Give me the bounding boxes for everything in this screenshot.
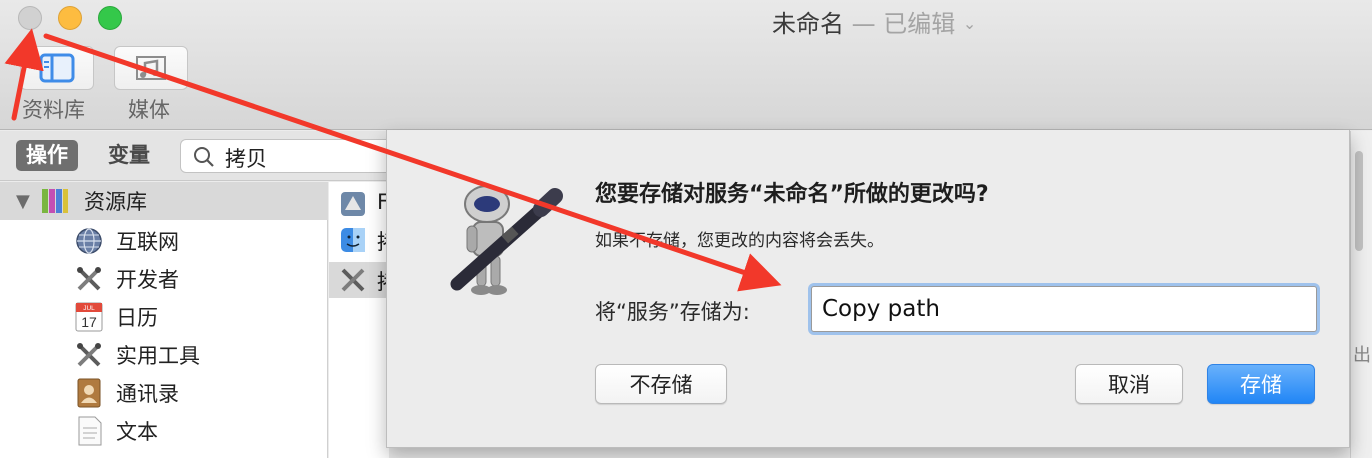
finder-icon [341,228,365,252]
calendar-day: 17 [81,314,97,330]
action-row-selected[interactable]: 拷 [329,262,398,298]
tab-variables[interactable]: 变量 [98,140,160,171]
dialog-question: 您要存储对服务“未命名”所做的更改吗? [595,182,989,207]
media-toolbar-button[interactable] [114,46,188,90]
library-item-label: 实用工具 [116,344,200,368]
calendar-month: JUL [83,305,95,312]
library-item-calendar[interactable]: JUL 17 日历 [0,298,328,336]
library-toolbar-label: 资料库 [22,98,85,122]
calendar-icon: JUL 17 [74,302,104,332]
dialog-message: 如果不存储，您更改的内容将会丢失。 [595,231,884,251]
library-item-developer[interactable]: 开发者 [0,260,328,298]
filter-bar: 操作 变量 拷贝 [0,131,440,181]
output-label: 出 [1353,345,1371,366]
library-item-label: 文本 [116,420,158,444]
action-list: F 拷 拷 [329,182,398,458]
library-item-label: 通讯录 [116,382,179,406]
service-name-input[interactable] [811,286,1317,332]
window-title-suffix: — 已编辑 [844,10,956,38]
media-toolbar-label: 媒体 [128,98,170,122]
title-bar: 未命名 — 已编辑 ⌄ 资料库 媒体 [0,0,1372,130]
save-button[interactable]: 存储 [1207,364,1315,404]
close-window-button[interactable] [18,6,42,30]
chevron-down-icon: ⌄ [962,14,977,33]
tools-icon [74,340,104,370]
automator-robot-icon [450,185,563,295]
window-title-name: 未命名 [772,10,844,38]
save-changes-sheet: 您要存储对服务“未命名”所做的更改吗? 如果不存储，您更改的内容将会丢失。 将“… [386,130,1350,448]
library-tree: ▼ 资源库 互联网 开发者 JUL 17 日历 实用工具 通讯录 文本 [0,182,328,458]
library-books-icon [40,186,70,216]
library-item-label: 互联网 [116,230,179,254]
globe-icon [74,226,104,256]
library-item-label: 日历 [116,306,158,330]
save-as-label: 将“服务”存储为: [595,300,750,324]
disclosure-triangle-icon[interactable]: ▼ [16,191,30,212]
library-root-row[interactable]: ▼ 资源库 [0,182,328,220]
tab-actions[interactable]: 操作 [16,140,78,171]
text-icon [74,416,104,446]
action-row[interactable]: 拷 [329,222,398,258]
contacts-icon [74,378,104,408]
library-panel-icon [39,53,75,83]
action-app-icon [341,192,365,216]
window-title[interactable]: 未命名 — 已编辑 ⌄ [772,4,976,39]
maximize-window-button[interactable] [98,6,122,30]
minimize-window-button[interactable] [58,6,82,30]
scrollbar[interactable] [1355,151,1363,251]
dont-save-button[interactable]: 不存储 [595,364,727,404]
library-item-text[interactable]: 文本 [0,412,328,450]
cancel-button[interactable]: 取消 [1075,364,1183,404]
library-item-utilities[interactable]: 实用工具 [0,336,328,374]
library-item-label: 开发者 [116,268,179,292]
action-row[interactable]: F [329,186,389,222]
library-root-label: 资源库 [84,190,147,214]
right-panel-edge: 出 [1350,131,1372,458]
search-icon [194,147,214,167]
library-toolbar-button[interactable] [20,46,94,90]
tools-icon [341,268,365,292]
tools-icon [74,264,104,294]
media-icon [136,56,166,80]
library-item-contacts[interactable]: 通讯录 [0,374,328,412]
search-input[interactable]: 拷贝 [225,143,267,173]
library-item-internet[interactable]: 互联网 [0,222,328,260]
